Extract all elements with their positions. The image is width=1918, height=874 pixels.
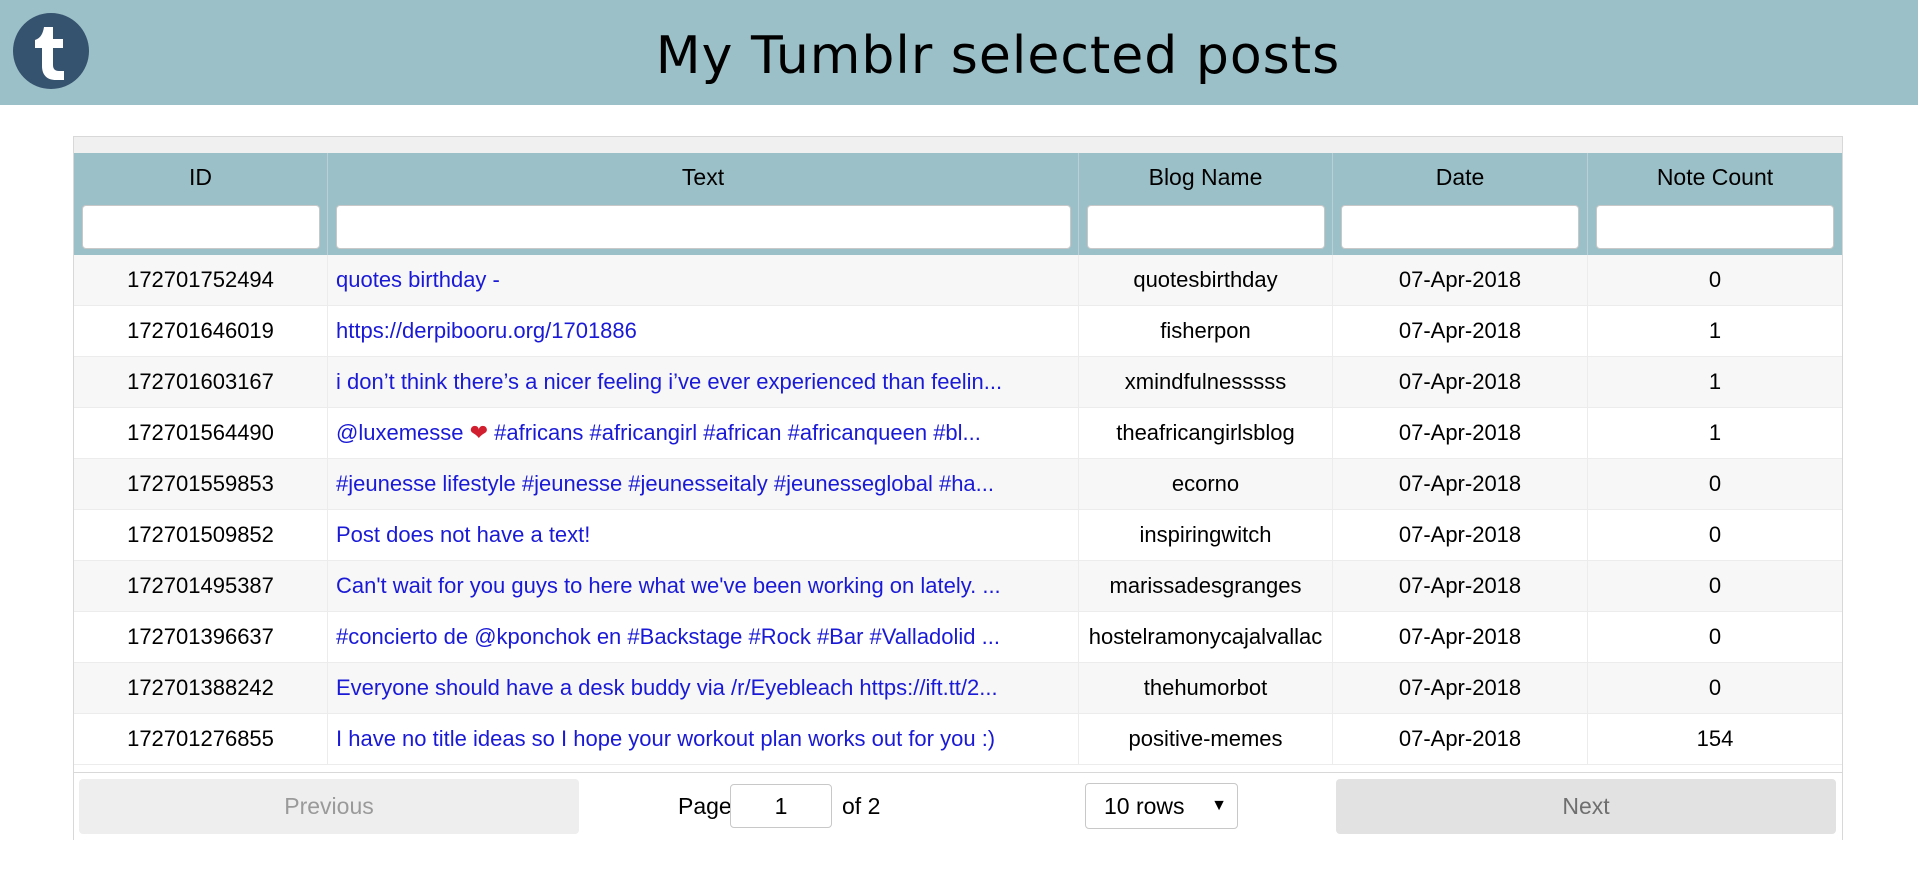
cell-id: 172701276855 — [74, 714, 328, 764]
cell-text-part: @luxemesse — [336, 420, 470, 445]
cell-blog-name: ecorno — [1079, 459, 1333, 509]
cell-date: 07-Apr-2018 — [1333, 255, 1588, 305]
table-row[interactable]: 172701646019 https://derpibooru.org/1701… — [74, 306, 1842, 357]
table-top-strip — [74, 137, 1842, 154]
cell-blog-name: quotesbirthday — [1079, 255, 1333, 305]
cell-blog-name: positive-memes — [1079, 714, 1333, 764]
cell-blog-name: hostelramonycajalvallac — [1079, 612, 1333, 662]
cell-id: 172701396637 — [74, 612, 328, 662]
cell-date: 07-Apr-2018 — [1333, 561, 1588, 611]
cell-id: 172701752494 — [74, 255, 328, 305]
table-row[interactable]: 172701752494 quotes birthday - quotesbir… — [74, 255, 1842, 306]
table-row[interactable]: 172701396637 #concierto de @kponchok en … — [74, 612, 1842, 663]
rows-per-page-select[interactable]: 10 rows ▼ — [1085, 783, 1238, 829]
cell-text-link[interactable]: i don’t think there’s a nicer feeling i’… — [328, 357, 1079, 407]
cell-note-count: 0 — [1708, 675, 1722, 700]
cell-date: 07-Apr-2018 — [1333, 714, 1588, 764]
cell-id: 172701564490 — [74, 408, 328, 458]
column-label-id: ID — [189, 164, 212, 190]
filter-input-id[interactable] — [82, 205, 320, 249]
cell-note-count: 0 — [1708, 522, 1722, 547]
pagination-bar: Previous Page 1 of 2 10 rows ▼ Next — [74, 772, 1842, 840]
cell-date: 07-Apr-2018 — [1333, 510, 1588, 560]
page-title: My Tumblr selected posts — [655, 26, 1341, 86]
filter-input-blog-name[interactable] — [1087, 205, 1325, 249]
cell-date: 07-Apr-2018 — [1333, 612, 1588, 662]
column-label-date: Date — [1435, 164, 1485, 190]
cell-text-link[interactable]: https://derpibooru.org/1701886 — [328, 306, 1079, 356]
cell-id: 172701388242 — [74, 663, 328, 713]
rows-per-page-value: 10 rows — [1104, 793, 1185, 819]
cell-text-link[interactable]: Can't wait for you guys to here what we'… — [328, 561, 1079, 611]
cell-note-count: 1 — [1708, 318, 1722, 343]
page-number-input[interactable]: 1 — [730, 784, 832, 828]
cell-id: 172701495387 — [74, 561, 328, 611]
table-row[interactable]: 172701388242 Everyone should have a desk… — [74, 663, 1842, 714]
cell-date: 07-Apr-2018 — [1333, 663, 1588, 713]
cell-note-count: 0 — [1708, 267, 1722, 292]
cell-note-count: 0 — [1708, 624, 1722, 649]
table-row[interactable]: 172701603167 i don’t think there’s a nic… — [74, 357, 1842, 408]
cell-blog-name: inspiringwitch — [1079, 510, 1333, 560]
page-total-label: of 2 — [842, 793, 881, 819]
cell-text-link[interactable]: I have no title ideas so I hope your wor… — [328, 714, 1079, 764]
cell-blog-name: fisherpon — [1079, 306, 1333, 356]
cell-note-count: 1 — [1708, 420, 1722, 445]
column-header-note-count[interactable]: Note Count — [1588, 153, 1842, 255]
cell-id: 172701559853 — [74, 459, 328, 509]
table-header: ID Text Blog Name Date Note Count — [74, 153, 1842, 255]
cell-text-link[interactable]: Post does not have a text! — [328, 510, 1079, 560]
cell-blog-name: marissadesgranges — [1079, 561, 1333, 611]
cell-id: 172701509852 — [74, 510, 328, 560]
column-header-text[interactable]: Text — [328, 153, 1079, 255]
filter-input-date[interactable] — [1341, 205, 1579, 249]
column-header-id[interactable]: ID — [74, 153, 328, 255]
cell-note-count: 0 — [1708, 471, 1722, 496]
heart-emoji-icon: ❤ — [469, 420, 489, 445]
cell-note-count: 0 — [1708, 573, 1722, 598]
column-label-note-count: Note Count — [1656, 164, 1774, 190]
filter-input-note-count[interactable] — [1596, 205, 1834, 249]
cell-note-count: 154 — [1696, 726, 1734, 751]
cell-blog-name: xmindfulnesssss — [1079, 357, 1333, 407]
cell-text-link[interactable]: #concierto de @kponchok en #Backstage #R… — [328, 612, 1079, 662]
cell-id: 172701603167 — [74, 357, 328, 407]
cell-text-link[interactable]: @luxemesse ❤ #africans #africangirl #afr… — [328, 408, 1079, 458]
cell-date: 07-Apr-2018 — [1333, 357, 1588, 407]
filter-input-text[interactable] — [336, 205, 1071, 249]
column-header-blog-name[interactable]: Blog Name — [1079, 153, 1333, 255]
cell-blog-name: thehumorbot — [1079, 663, 1333, 713]
cell-date: 07-Apr-2018 — [1333, 306, 1588, 356]
table-row[interactable]: 172701276855 I have no title ideas so I … — [74, 714, 1842, 765]
cell-text-link[interactable]: quotes birthday - — [328, 255, 1079, 305]
posts-table: ID Text Blog Name Date Note Count 172701… — [73, 136, 1843, 840]
cell-text-link[interactable]: Everyone should have a desk buddy via /r… — [328, 663, 1079, 713]
column-label-text: Text — [681, 164, 725, 190]
previous-button[interactable]: Previous — [79, 779, 579, 834]
cell-note-count: 1 — [1708, 369, 1722, 394]
table-row[interactable]: 172701509852 Post does not have a text! … — [74, 510, 1842, 561]
table-row[interactable]: 172701564490 @luxemesse ❤ #africans #afr… — [74, 408, 1842, 459]
cell-text-link[interactable]: #jeunesse lifestyle #jeunesse #jeunessei… — [328, 459, 1079, 509]
cell-id: 172701646019 — [74, 306, 328, 356]
cell-date: 07-Apr-2018 — [1333, 408, 1588, 458]
next-button[interactable]: Next — [1336, 779, 1836, 834]
cell-text-part: #africans #africangirl #african #african… — [488, 420, 981, 445]
table-row[interactable]: 172701495387 Can't wait for you guys to … — [74, 561, 1842, 612]
cell-date: 07-Apr-2018 — [1333, 459, 1588, 509]
table-row[interactable]: 172701559853 #jeunesse lifestyle #jeunes… — [74, 459, 1842, 510]
column-label-blog-name: Blog Name — [1148, 164, 1263, 190]
cell-blog-name: theafricangirlsblog — [1079, 408, 1333, 458]
table-body: 172701752494 quotes birthday - quotesbir… — [74, 255, 1842, 765]
page-header: My Tumblr selected posts — [0, 0, 1918, 105]
dropdown-caret-icon: ▼ — [1211, 797, 1227, 814]
page-label: Page — [678, 793, 732, 819]
column-header-date[interactable]: Date — [1333, 153, 1588, 255]
